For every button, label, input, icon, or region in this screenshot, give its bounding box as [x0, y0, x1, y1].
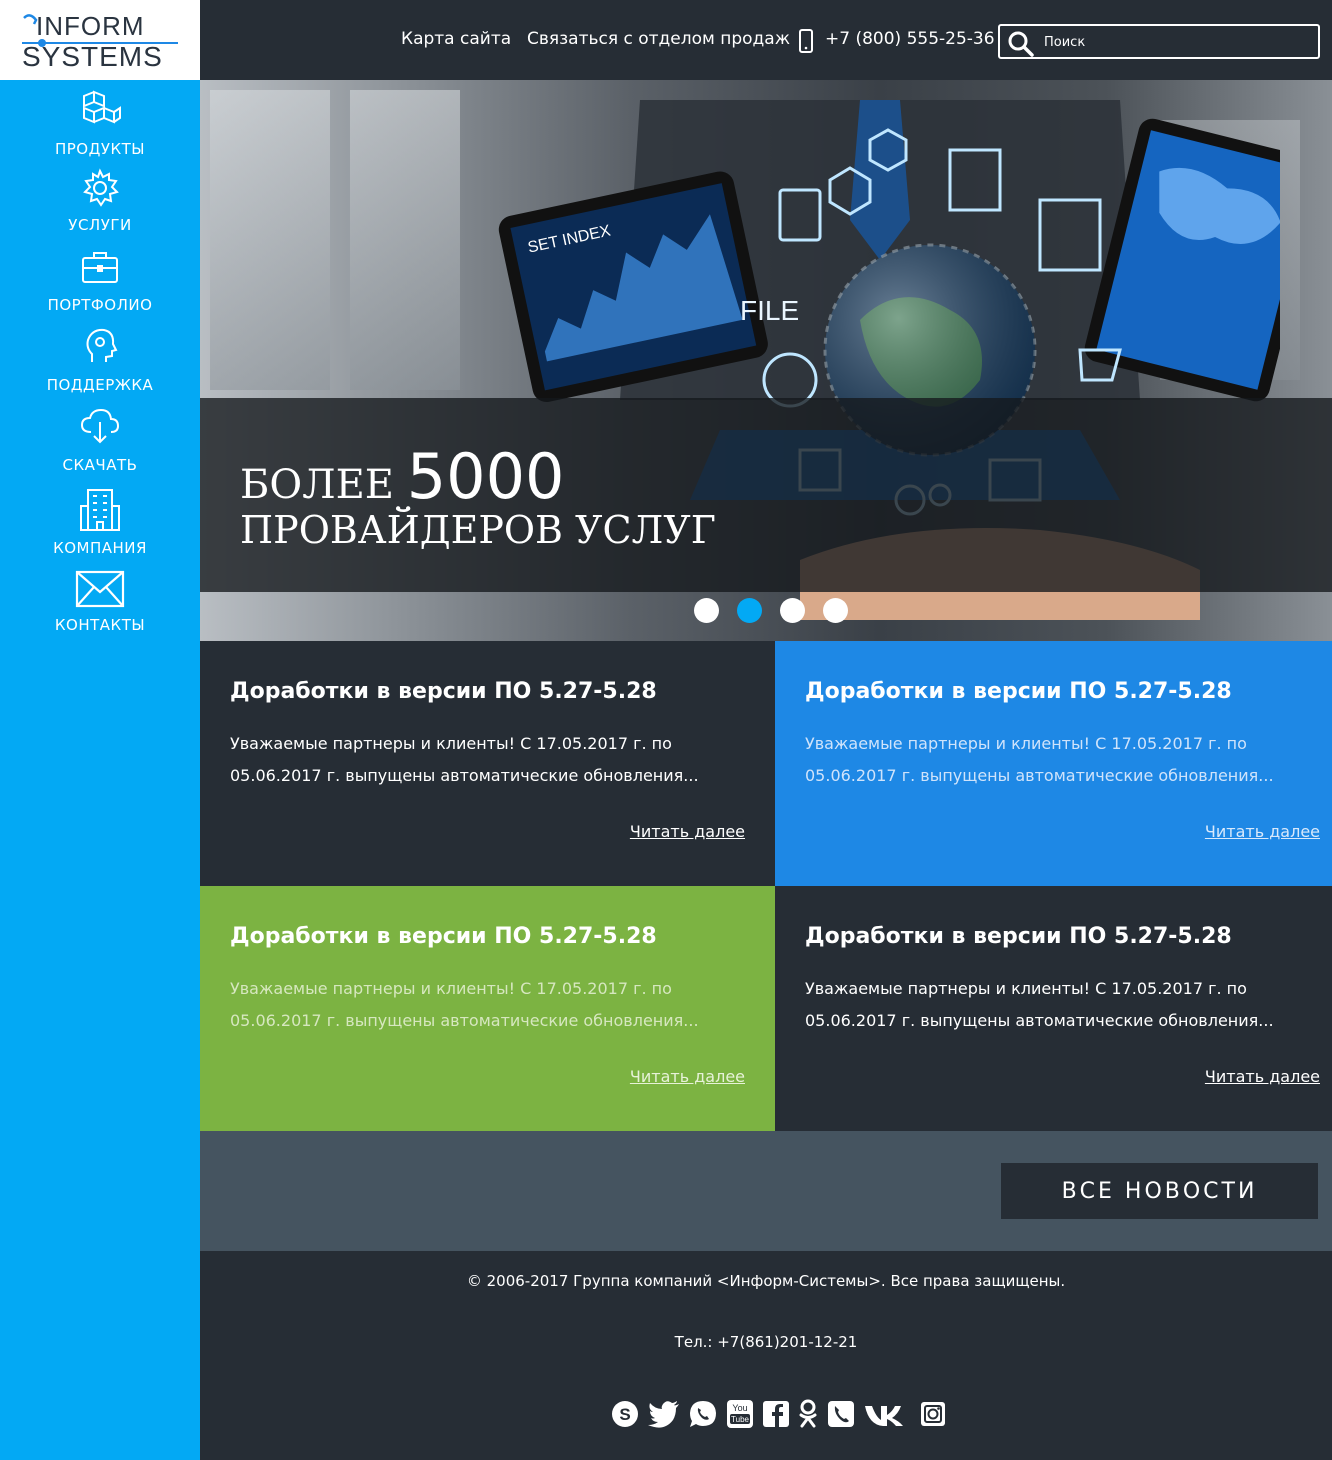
news-card: Доработки в версии ПО 5.27-5.28 Уважаемы…: [200, 641, 775, 886]
sitemap-link[interactable]: Карта сайта: [401, 29, 511, 49]
logo[interactable]: INFORM SYSTEMS: [0, 0, 200, 80]
slider-dot-2[interactable]: [737, 598, 762, 623]
svg-text:S: S: [619, 1405, 630, 1424]
sidebar-item-company[interactable]: КОМПАНИЯ: [0, 484, 200, 557]
news-excerpt: Уважаемые партнеры и клиенты! С 17.05.20…: [805, 979, 1274, 1030]
sidebar-item-label: ПРОДУКТЫ: [54, 140, 146, 158]
social-links: S You Tube: [610, 1399, 948, 1429]
gear-icon: [83, 168, 119, 207]
sidebar: INFORM SYSTEMS ПРОДУКТЫ УСЛУГИ ПОРТФОЛИО…: [0, 0, 200, 1460]
hero-number: 5000: [406, 440, 565, 513]
news-title[interactable]: Доработки в версии ПО 5.27-5.28: [230, 679, 745, 704]
search-box: [998, 24, 1320, 59]
mobile-phone-icon: [799, 29, 813, 53]
sidebar-item-label: ПОДДЕРЖКА: [46, 376, 154, 394]
all-news-bar: ВСЕ НОВОСТИ: [200, 1131, 1332, 1251]
svg-text:Tube: Tube: [731, 1415, 749, 1424]
news-card: Доработки в версии ПО 5.27-5.28 Уважаемы…: [200, 886, 775, 1131]
sidebar-item-services[interactable]: УСЛУГИ: [0, 168, 200, 234]
copyright-text: © 2006-2017 Группа компаний <Информ-Сист…: [466, 1272, 1066, 1290]
logo-line1: INFORM: [36, 11, 145, 41]
skype-icon[interactable]: S: [610, 1399, 640, 1429]
phone-number-link[interactable]: +7 (800) 555-25-36: [825, 29, 995, 49]
news-card: Доработки в версии ПО 5.27-5.28 Уважаемы…: [775, 886, 1332, 1131]
search-input[interactable]: [1044, 31, 1304, 53]
head-icon: [86, 328, 118, 362]
whatsapp-icon[interactable]: [688, 1399, 718, 1429]
slider-dot-4[interactable]: [823, 598, 848, 623]
sidebar-item-label: СКАЧАТЬ: [62, 456, 138, 474]
news-title[interactable]: Доработки в версии ПО 5.27-5.28: [805, 679, 1320, 704]
server-rack-image: [350, 90, 460, 390]
server-rack-image: [210, 90, 330, 390]
vk-icon[interactable]: [864, 1400, 910, 1428]
news-excerpt: Уважаемые партнеры и клиенты! С 17.05.20…: [230, 979, 699, 1030]
hero-prefix: БОЛЕЕ: [240, 462, 394, 508]
youtube-icon[interactable]: You Tube: [726, 1399, 754, 1429]
hero-subheadline: ПРОВАЙДЕРОВ УСЛУГ: [240, 508, 716, 552]
viber-icon[interactable]: [826, 1399, 856, 1429]
instagram-icon[interactable]: [918, 1399, 948, 1429]
read-more-link[interactable]: Читать далее: [1205, 822, 1320, 841]
hero-headline: БОЛЕЕ 5000: [240, 440, 564, 513]
twitter-icon[interactable]: [648, 1400, 680, 1428]
read-more-link[interactable]: Читать далее: [630, 822, 745, 841]
building-icon: [80, 489, 120, 531]
news-title[interactable]: Доработки в версии ПО 5.27-5.28: [230, 924, 745, 949]
sidebar-item-label: КОМПАНИЯ: [53, 539, 147, 557]
read-more-link[interactable]: Читать далее: [630, 1067, 745, 1086]
top-header: Карта сайта Связаться с отделом продаж +…: [200, 0, 1332, 80]
sidebar-item-portfolio[interactable]: ПОРТФОЛИО: [0, 248, 200, 314]
slider-dot-3[interactable]: [780, 598, 805, 623]
contact-sales-link[interactable]: Связаться с отделом продаж: [527, 29, 790, 49]
facebook-icon[interactable]: [762, 1399, 790, 1429]
sidebar-item-label: КОНТАКТЫ: [54, 616, 146, 634]
news-title[interactable]: Доработки в версии ПО 5.27-5.28: [805, 924, 1320, 949]
hero-slider: SET INDEX FILE БОЛЕЕ 5000 ПРОВАЙДЕРОВ УС…: [200, 80, 1332, 641]
sidebar-item-label: ПОРТФОЛИО: [47, 296, 153, 314]
footer: © 2006-2017 Группа компаний <Информ-Сист…: [200, 1251, 1332, 1460]
sidebar-item-contacts[interactable]: КОНТАКТЫ: [0, 570, 200, 634]
read-more-link[interactable]: Читать далее: [1205, 1067, 1320, 1086]
sidebar-item-support[interactable]: ПОДДЕРЖКА: [0, 326, 200, 394]
cloud-download-icon: [80, 408, 120, 444]
svg-text:FILE: FILE: [740, 295, 799, 326]
inform-systems-logo: INFORM SYSTEMS: [22, 11, 178, 70]
svg-text:You: You: [732, 1403, 747, 1413]
briefcase-icon: [82, 252, 118, 283]
footer-phone: Тел.: +7(861)201-12-21: [674, 1333, 858, 1351]
sidebar-item-download[interactable]: СКАЧАТЬ: [0, 406, 200, 474]
sidebar-item-label: УСЛУГИ: [68, 216, 132, 234]
search-icon[interactable]: [1008, 31, 1034, 57]
slider-dots: [694, 598, 848, 623]
sidebar-item-products[interactable]: ПРОДУКТЫ: [0, 88, 200, 158]
news-card: Доработки в версии ПО 5.27-5.28 Уважаемы…: [775, 641, 1332, 886]
envelope-icon: [75, 570, 125, 608]
all-news-button[interactable]: ВСЕ НОВОСТИ: [1001, 1163, 1318, 1219]
slider-dot-1[interactable]: [694, 598, 719, 623]
news-excerpt: Уважаемые партнеры и клиенты! С 17.05.20…: [805, 734, 1274, 785]
odnoklassniki-icon[interactable]: [798, 1399, 818, 1429]
cubes-icon: [83, 90, 121, 124]
news-excerpt: Уважаемые партнеры и клиенты! С 17.05.20…: [230, 734, 699, 785]
